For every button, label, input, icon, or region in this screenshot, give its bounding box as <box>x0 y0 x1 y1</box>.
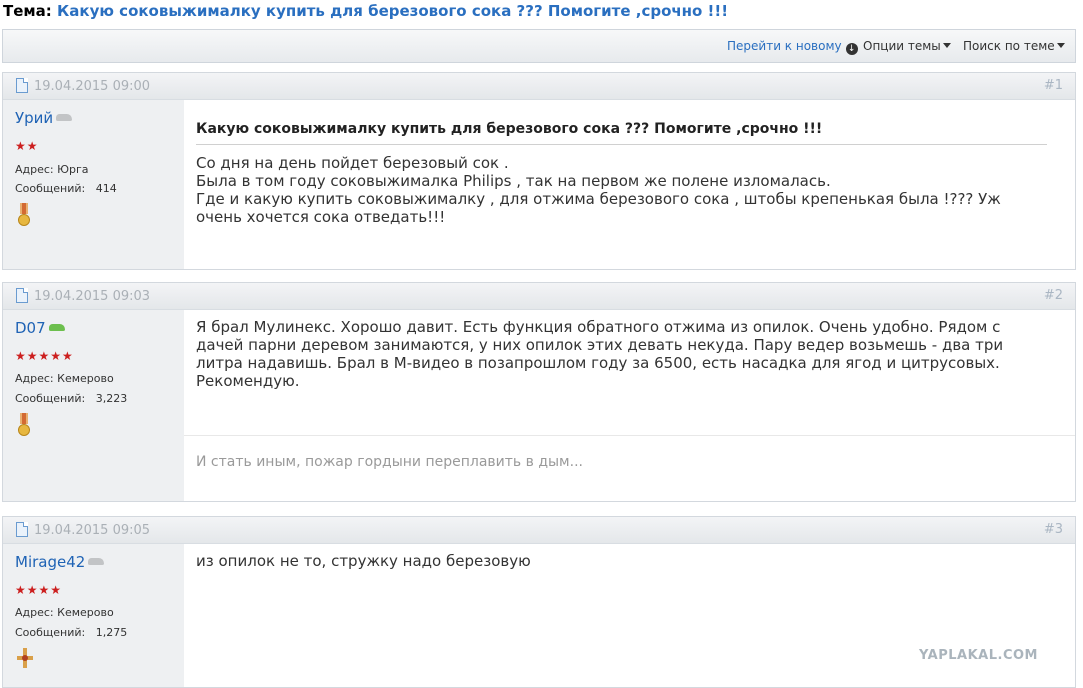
user-address: Адрес: Кемерово <box>15 606 114 619</box>
username-text: D07 <box>15 319 46 337</box>
messages-count: 1,275 <box>95 626 128 639</box>
document-icon <box>16 288 28 303</box>
messages-label: Сообщений: <box>15 182 86 195</box>
post: 19.04.2015 09:00 #1 Урий ★★ Адрес: Юрга … <box>2 72 1076 270</box>
post-body: Со дня на день пойдет березовый сок . Бы… <box>196 154 1047 226</box>
rating-stars: ★★★★ <box>15 583 63 597</box>
post-body: из опилок не то, стружку надо березовую <box>196 552 1047 570</box>
post-content: Я брал Мулинекс. Хорошо давит. Есть функ… <box>184 310 1075 501</box>
username-link[interactable]: Урий <box>15 109 73 127</box>
post-content: из опилок не то, стружку надо березовую <box>184 544 1075 687</box>
post: 19.04.2015 09:03 #2 D07 ★★★★★ Адрес: Кем… <box>2 282 1076 502</box>
car-icon <box>56 114 73 121</box>
username-text: Урий <box>15 109 54 127</box>
post-line: дачей парни деревом занимаются, у них оп… <box>196 336 1004 354</box>
post-line: Я брал Мулинекс. Хорошо давит. Есть функ… <box>196 318 1001 336</box>
dropdown-arrow-icon <box>1056 43 1065 48</box>
post-line: из опилок не то, стружку надо березовую <box>196 552 531 570</box>
post-content: Какую соковыжималку купить для березовог… <box>184 100 1075 269</box>
topic-title: Тема: Какую соковыжималку купить для бер… <box>3 2 728 20</box>
user-address: Адрес: Юрга <box>15 163 89 176</box>
site-watermark: YAPLAKAL.COM <box>919 648 1038 663</box>
post-date: 19.04.2015 09:00 <box>34 79 151 94</box>
rating-stars: ★★ <box>15 139 39 153</box>
post-date: 19.04.2015 09:03 <box>34 289 151 304</box>
order-cross-icon <box>17 648 33 668</box>
post: 19.04.2015 09:05 #3 Mirage42 ★★★★ Адрес:… <box>2 516 1076 688</box>
medal-icon <box>18 413 30 439</box>
search-thread-label: Поиск по теме <box>963 39 1055 53</box>
user-messages: Сообщений: 3,223 <box>15 392 127 405</box>
user-address: Адрес: Кемерово <box>15 372 114 385</box>
dropdown-arrow-icon <box>942 43 951 48</box>
post-line: очень хочется сока отведать!!! <box>196 208 446 226</box>
thread-options-label: Опции темы <box>863 39 941 53</box>
medal-icon <box>18 203 30 229</box>
topic-label: Тема: <box>3 2 52 20</box>
document-icon <box>16 78 28 93</box>
post-date: 19.04.2015 09:05 <box>34 523 151 538</box>
user-signature: И стать иным, пожар гордыни переплавить … <box>196 454 583 470</box>
post-line: литра надавишь. Брал в М-видео в позапро… <box>196 354 1000 372</box>
post-header: 19.04.2015 09:03 #2 <box>3 283 1075 310</box>
messages-label: Сообщений: <box>15 392 86 405</box>
messages-count: 3,223 <box>95 392 128 405</box>
messages-count: 414 <box>95 182 117 195</box>
thread-options-menu[interactable]: Опции темы <box>863 39 951 53</box>
username-text: Mirage42 <box>15 553 86 571</box>
go-to-new-label: Перейти к новому <box>727 39 842 53</box>
thread-toolbar: Перейти к новому ↓ Опции темы Поиск по те… <box>2 29 1076 63</box>
car-icon <box>48 324 65 331</box>
post-header: 19.04.2015 09:00 #1 <box>3 73 1075 100</box>
topic-title-link[interactable]: Какую соковыжималку купить для березовог… <box>57 2 728 20</box>
rating-stars: ★★★★★ <box>15 349 74 363</box>
post-line: Рекомендую. <box>196 372 300 390</box>
username-link[interactable]: D07 <box>15 319 65 337</box>
user-messages: Сообщений: 414 <box>15 182 117 195</box>
messages-label: Сообщений: <box>15 626 86 639</box>
user-info: Mirage42 ★★★★ Адрес: Кемерово Сообщений:… <box>3 544 184 687</box>
post-number-link[interactable]: #2 <box>1044 288 1063 303</box>
user-info: Урий ★★ Адрес: Юрга Сообщений: 414 <box>3 100 184 269</box>
post-number-link[interactable]: #1 <box>1044 78 1063 93</box>
post-line: Со дня на день пойдет березовый сок . <box>196 154 509 172</box>
document-icon <box>16 522 28 537</box>
arrow-down-circle-icon: ↓ <box>845 43 858 55</box>
signature-divider <box>184 435 1075 436</box>
post-line: Была в том году соковыжималка Philips , … <box>196 172 831 190</box>
car-icon <box>88 558 105 565</box>
user-messages: Сообщений: 1,275 <box>15 626 127 639</box>
post-number-link[interactable]: #3 <box>1044 522 1063 537</box>
post-title: Какую соковыжималку купить для березовог… <box>196 121 1047 145</box>
post-header: 19.04.2015 09:05 #3 <box>3 517 1075 544</box>
search-thread-menu[interactable]: Поиск по теме <box>963 39 1065 53</box>
username-link[interactable]: Mirage42 <box>15 553 105 571</box>
user-info: D07 ★★★★★ Адрес: Кемерово Сообщений: 3,2… <box>3 310 184 501</box>
go-to-new-link[interactable]: Перейти к новому ↓ <box>727 39 858 55</box>
post-line: Где и какую купить соковыжималку , для о… <box>196 190 1001 208</box>
post-body: Я брал Мулинекс. Хорошо давит. Есть функ… <box>196 318 1047 390</box>
